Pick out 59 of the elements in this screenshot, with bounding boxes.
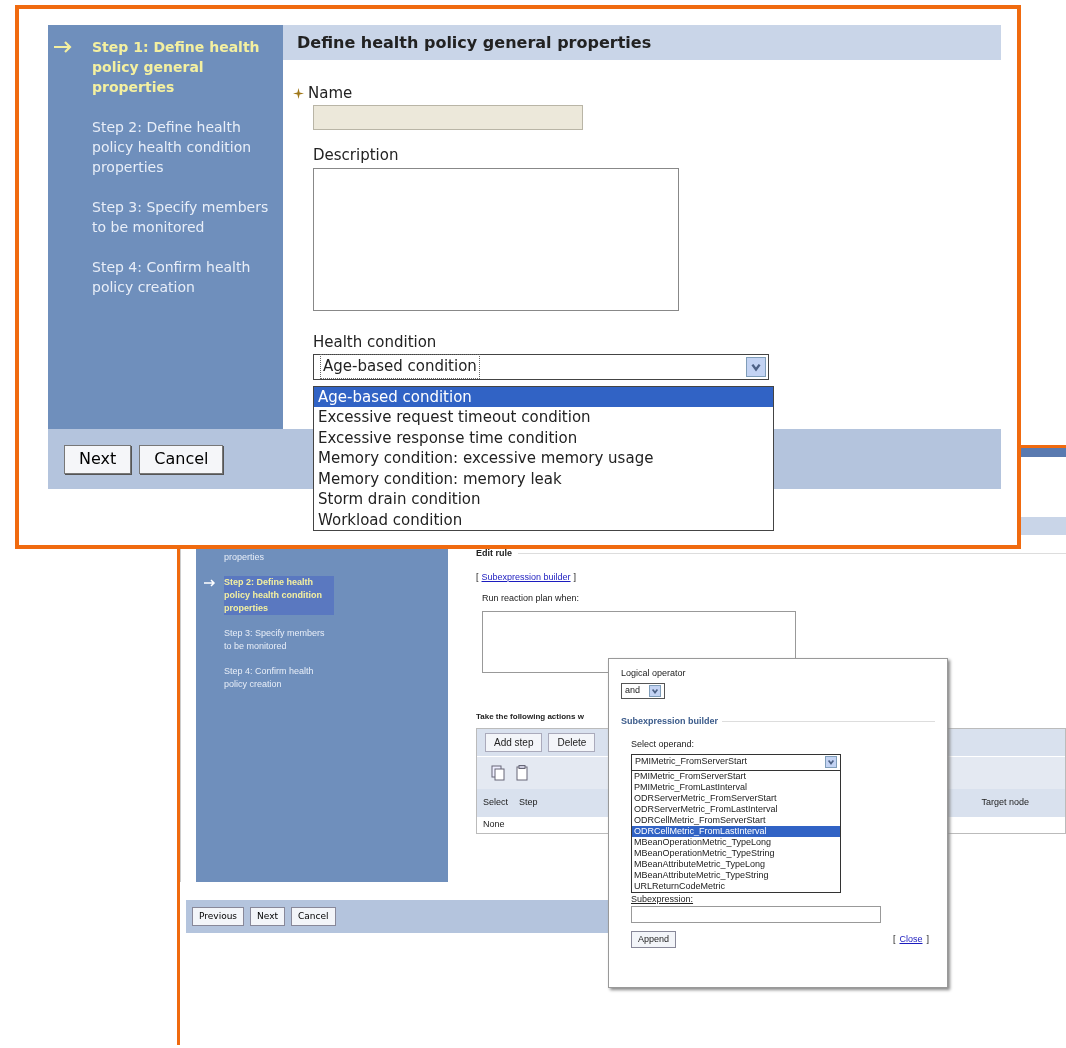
column-header: Target node — [981, 795, 1029, 809]
table-cell-text: None — [483, 817, 505, 831]
field-label: Name — [308, 83, 353, 104]
dropdown-option[interactable]: Excessive request timeout condition — [314, 407, 773, 428]
arrow-icon — [54, 41, 72, 53]
dropdown-arrow-icon[interactable] — [825, 756, 837, 768]
health-condition-select[interactable]: Age-based condition — [313, 353, 769, 380]
dropdown-option[interactable]: Age-based condition — [314, 386, 773, 407]
dropdown-option[interactable]: PMIMetric_FromServerStart — [632, 770, 840, 782]
bracket-text: ] — [926, 932, 929, 946]
append-button[interactable]: Append — [631, 931, 677, 948]
dropdown-option[interactable]: Excessive response time condition — [314, 427, 773, 448]
dropdown-option[interactable]: MBeanOperationMetric_TypeLong — [632, 836, 840, 848]
wizard-step[interactable]: Step 2: Define health policy health condition properties — [224, 576, 334, 615]
subexpression-link[interactable]: Subexpression builder — [481, 570, 571, 584]
toolbar-button[interactable]: Add step — [485, 732, 543, 752]
field-label: Health condition — [313, 332, 438, 353]
arrow-icon — [204, 579, 216, 587]
subexpression-input[interactable] — [631, 906, 881, 923]
page-header: Define health policy general properties — [283, 25, 1001, 60]
bracket-text: [ — [892, 932, 896, 946]
field-label: Select operand: — [631, 738, 696, 751]
footer-button[interactable]: Next — [250, 907, 285, 926]
dropdown-option[interactable]: URLReturnCodeMetric — [632, 880, 840, 892]
dropdown-option[interactable]: MBeanAttributeMetric_TypeString — [632, 869, 840, 881]
footer-button[interactable]: Next — [64, 444, 132, 474]
copy-icon[interactable] — [491, 764, 505, 781]
operator-select[interactable]: and — [621, 682, 665, 699]
footer-button[interactable]: Cancel — [139, 444, 224, 474]
required-icon — [293, 87, 304, 99]
name-input[interactable] — [313, 104, 583, 130]
dropdown-option[interactable]: Workload condition — [314, 509, 773, 530]
dropdown-option[interactable]: Storm drain condition — [314, 489, 773, 510]
section-legend: Edit rule — [476, 547, 512, 561]
footer-button[interactable]: Previous — [192, 907, 245, 926]
footer-button[interactable]: Cancel — [291, 907, 336, 926]
dropdown-option[interactable]: PMIMetric_FromLastInterval — [632, 781, 840, 793]
dropdown-option[interactable]: Memory condition: memory leak — [314, 468, 773, 489]
section-legend: Subexpression builder — [621, 714, 719, 728]
field-label: Logical operator — [621, 667, 687, 680]
dropdown-option[interactable]: ODRServerMetric_FromServerStart — [632, 792, 840, 804]
column-header: Select — [483, 795, 509, 809]
dropdown-option[interactable]: MBeanOperationMetric_TypeString — [632, 847, 840, 859]
dropdown-option[interactable]: MBeanAttributeMetric_TypeLong — [632, 858, 840, 870]
operand-select[interactable]: PMIMetric_FromServerStart — [631, 753, 841, 771]
paste-icon[interactable] — [515, 764, 529, 781]
dropdown-option[interactable]: ODRCellMetric_FromLastInterval — [632, 825, 840, 837]
toolbar-button[interactable]: Delete — [548, 732, 596, 752]
close-link[interactable]: Close — [899, 932, 923, 947]
bracket-text: [ — [476, 570, 479, 584]
bracket-text: ] — [573, 570, 577, 584]
section-label: Take the following actions w — [476, 710, 584, 723]
dropdown-option[interactable]: ODRCellMetric_FromServerStart — [632, 814, 840, 826]
field-label: Run reaction plan when: — [482, 592, 581, 605]
field-label: Subexpression: — [631, 892, 695, 906]
column-header: Step — [519, 795, 538, 809]
dropdown-option[interactable]: ODRServerMetric_FromLastInterval — [632, 803, 840, 815]
field-label: Description — [313, 144, 400, 166]
dropdown-option[interactable]: Memory condition: excessive memory usage — [314, 448, 773, 469]
